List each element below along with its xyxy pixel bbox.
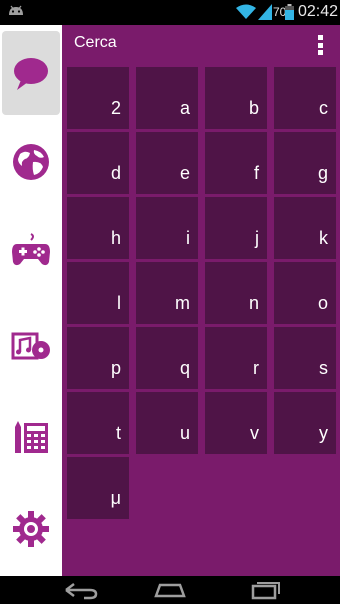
android-icon [9, 5, 23, 15]
globe-icon [13, 144, 49, 180]
key-label: g [317, 163, 328, 183]
sidebar-item-games[interactable] [2, 208, 60, 292]
sidebar-item-settings[interactable] [2, 487, 60, 571]
key-label: q [179, 358, 190, 378]
key-t[interactable]: t [67, 392, 129, 454]
key-y[interactable]: y [274, 392, 336, 454]
sidebar [0, 25, 62, 576]
speech-bubble-icon [14, 58, 48, 90]
key-label: a [179, 98, 190, 118]
signal-icon [258, 4, 272, 20]
key-label: c [319, 98, 328, 118]
key-o[interactable]: o [274, 262, 336, 324]
menu-dot-icon [317, 35, 323, 40]
key-mu[interactable]: μ [67, 457, 129, 519]
key-k[interactable]: k [274, 197, 336, 259]
key-label: h [110, 228, 121, 248]
key-label: f [253, 163, 259, 183]
key-label: 2 [110, 98, 121, 118]
key-label: μ [110, 488, 121, 508]
key-d[interactable]: d [67, 132, 129, 194]
key-2[interactable]: 2 [67, 67, 129, 129]
sidebar-item-media[interactable] [2, 304, 60, 388]
header: Cerca [62, 25, 340, 63]
sidebar-item-tools[interactable] [2, 395, 60, 479]
key-u[interactable]: u [136, 392, 198, 454]
key-c[interactable]: c [274, 67, 336, 129]
key-n[interactable]: n [205, 262, 267, 324]
key-p[interactable]: p [67, 327, 129, 389]
navigation-bar [0, 576, 340, 604]
home-icon[interactable] [150, 580, 190, 600]
key-i[interactable]: i [136, 197, 198, 259]
key-q[interactable]: q [136, 327, 198, 389]
music-media-icon [11, 332, 50, 360]
key-s[interactable]: s [274, 327, 336, 389]
key-e[interactable]: e [136, 132, 198, 194]
key-b[interactable]: b [205, 67, 267, 129]
key-label: r [253, 358, 259, 378]
calculator-icon [15, 421, 48, 453]
key-label: t [115, 423, 121, 443]
key-label: j [255, 228, 259, 248]
gamepad-icon [12, 233, 50, 266]
key-r[interactable]: r [205, 327, 267, 389]
menu-dot-icon [317, 50, 323, 55]
key-label: s [319, 358, 328, 378]
page-title: Cerca [74, 34, 117, 51]
status-bar: 70 02:42 [0, 0, 340, 25]
key-label: o [317, 293, 328, 313]
clock: 02:42 [298, 3, 339, 20]
key-l[interactable]: l [67, 262, 129, 324]
key-label: b [248, 98, 259, 118]
key-f[interactable]: f [205, 132, 267, 194]
main-panel: Cerca 2 a b c d e f g h i j k l m n o p … [62, 25, 340, 576]
sidebar-item-chat[interactable] [2, 31, 60, 115]
key-label: d [110, 163, 121, 183]
key-label: e [179, 163, 190, 183]
key-label: l [117, 293, 121, 313]
back-icon[interactable] [60, 580, 100, 600]
key-h[interactable]: h [67, 197, 129, 259]
key-label: k [319, 228, 328, 248]
menu-dot-icon [317, 42, 323, 48]
key-v[interactable]: v [205, 392, 267, 454]
overflow-menu-button[interactable] [310, 33, 330, 57]
wifi-icon [236, 4, 256, 19]
recent-apps-icon[interactable] [245, 580, 285, 600]
key-label: p [110, 358, 121, 378]
key-a[interactable]: a [136, 67, 198, 129]
key-label: y [319, 423, 328, 443]
key-label: m [175, 293, 190, 313]
battery-icon [285, 4, 294, 20]
key-g[interactable]: g [274, 132, 336, 194]
key-j[interactable]: j [205, 197, 267, 259]
key-label: u [179, 423, 190, 443]
key-label: n [248, 293, 259, 313]
key-m[interactable]: m [136, 262, 198, 324]
key-label: i [186, 228, 190, 248]
gear-icon [13, 511, 49, 547]
sidebar-item-globe[interactable] [2, 120, 60, 204]
key-label: v [250, 423, 259, 443]
